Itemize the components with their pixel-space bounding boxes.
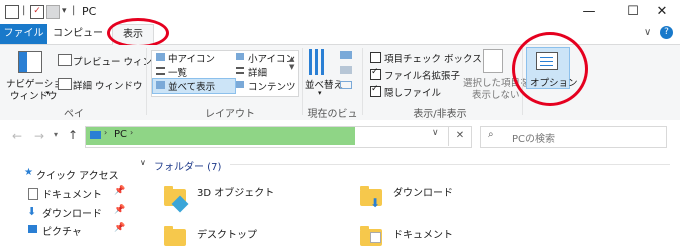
hide-selected-label-2[interactable]: 表示しない (472, 87, 520, 101)
item-checkboxes-checkbox[interactable] (370, 52, 381, 63)
content-icon (236, 81, 244, 88)
sort-by-icon[interactable] (309, 49, 331, 75)
content-area: ∨ フォルダー (7) 3D オブジェクト ⬇ ダウンロード デスクトップ ドキ… (130, 152, 680, 246)
star-icon: ★ (24, 167, 33, 178)
group-divider (146, 48, 147, 115)
properties-icon[interactable]: ✓ (30, 5, 44, 19)
item-checkboxes-label[interactable]: 項目チェック ボックス (384, 51, 482, 65)
layout-details[interactable]: 詳細 (248, 65, 267, 79)
documents-icon (28, 188, 38, 200)
details-pane-icon[interactable] (58, 78, 72, 90)
recent-locations-icon[interactable]: ▾ (54, 130, 58, 139)
details-pane-button[interactable]: 詳細 ウィンドウ (73, 78, 143, 92)
folder-downloads[interactable]: ダウンロード (393, 184, 453, 199)
navigation-pane: ★ クイック アクセス ドキュメント 📌 ⬇ ダウンロード 📌 ピクチャ 📌 (0, 152, 130, 240)
clear-address-icon[interactable]: ✕ (448, 126, 471, 146)
folder-desktop[interactable]: デスクトップ (197, 226, 257, 241)
layout-tiles[interactable]: 並べて表示 (168, 79, 215, 93)
preview-pane-icon[interactable] (58, 54, 72, 66)
folder-icon[interactable] (164, 226, 186, 246)
hide-selected-icon[interactable] (483, 49, 503, 73)
title-bar: | ✓ ▾ | PC — ☐ ✕ (0, 0, 680, 24)
chevron-right-icon[interactable]: › (130, 128, 133, 137)
nav-quick-access[interactable]: クイック アクセス (36, 167, 119, 182)
file-extensions-label[interactable]: ファイル名拡張子 (384, 68, 460, 82)
add-columns-icon[interactable] (340, 66, 352, 74)
nav-item-pictures[interactable]: ピクチャ (42, 223, 82, 238)
layout-list[interactable]: 一覧 (168, 65, 187, 79)
gallery-scroll-icon[interactable]: ▲ ▼ (289, 55, 294, 71)
file-explorer-icon[interactable] (5, 5, 19, 19)
folders-section-header[interactable]: フォルダー (7) (154, 158, 221, 173)
address-dropdown-icon[interactable]: ∨ (432, 128, 439, 138)
pin-icon[interactable]: 📌 (114, 205, 125, 215)
file-extensions-checkbox[interactable] (370, 67, 381, 80)
folder-documents[interactable]: ドキュメント (393, 226, 453, 241)
pc-icon (90, 131, 101, 139)
forward-arrow-icon[interactable]: → (34, 129, 44, 143)
pin-icon[interactable]: 📌 (114, 186, 125, 196)
sort-by-button[interactable]: 並べ替え (305, 77, 343, 91)
hidden-items-checkbox[interactable] (370, 84, 381, 97)
tab-computer[interactable]: コンピューター (50, 24, 106, 59)
small-icons-icon (236, 53, 244, 60)
ribbon-tabs: ファイル コンピューター 表示 ∨ ? (0, 24, 680, 59)
download-icon: ⬇ (27, 205, 37, 218)
navigation-pane-icon[interactable] (18, 51, 42, 73)
list-icon (156, 67, 165, 75)
search-placeholder[interactable]: PCの検索 (512, 130, 555, 145)
group-by-icon[interactable] (340, 51, 352, 59)
up-arrow-icon[interactable]: ↑ (68, 128, 78, 142)
chevron-down-icon[interactable]: ▾ (318, 89, 322, 97)
help-icon[interactable]: ? (660, 26, 673, 39)
nav-item-documents[interactable]: ドキュメント (42, 186, 102, 201)
layout-small-icons[interactable]: 小アイコン (248, 51, 295, 65)
window-title: PC (82, 5, 97, 18)
details-icon (236, 67, 244, 74)
size-columns-icon[interactable] (340, 81, 352, 89)
search-icon: ⌕ (488, 129, 494, 140)
pictures-icon (28, 225, 37, 233)
show-hide-group-label: 表示/非表示 (413, 109, 467, 120)
group-divider (362, 48, 363, 115)
group-divider (302, 48, 303, 115)
search-box[interactable] (480, 126, 667, 148)
document-icon (370, 232, 381, 243)
ribbon-expand-icon[interactable]: ∨ (644, 27, 651, 38)
back-arrow-icon[interactable]: ← (12, 129, 22, 143)
address-location[interactable]: PC (114, 129, 127, 140)
new-folder-icon[interactable] (46, 5, 60, 19)
tab-file[interactable]: ファイル (0, 24, 47, 44)
hidden-items-label[interactable]: 隠しファイル (384, 85, 441, 99)
section-divider (230, 164, 670, 165)
layout-group-label: レイアウト (205, 109, 255, 120)
close-button[interactable]: ✕ (640, 0, 680, 24)
pin-icon[interactable]: 📌 (114, 223, 125, 233)
highlight-ring (512, 32, 588, 106)
download-icon: ⬇ (370, 196, 381, 210)
collapse-icon[interactable]: ∨ (140, 158, 146, 167)
folder-3d-objects[interactable]: 3D オブジェクト (197, 184, 274, 199)
navigation-pane-label-2[interactable]: ウィンドウ (10, 88, 58, 102)
layout-medium-icons[interactable]: 中アイコン (168, 51, 215, 65)
nav-item-downloads[interactable]: ダウンロード (42, 205, 102, 220)
chevron-right-icon[interactable]: › (104, 128, 107, 137)
minimize-button[interactable]: — (567, 0, 611, 24)
highlight-ring (107, 18, 169, 48)
layout-content[interactable]: コンテンツ (248, 79, 296, 93)
chevron-down-icon[interactable]: ▾ (46, 89, 50, 97)
medium-icons-icon (156, 53, 165, 61)
tiles-icon (156, 81, 165, 89)
